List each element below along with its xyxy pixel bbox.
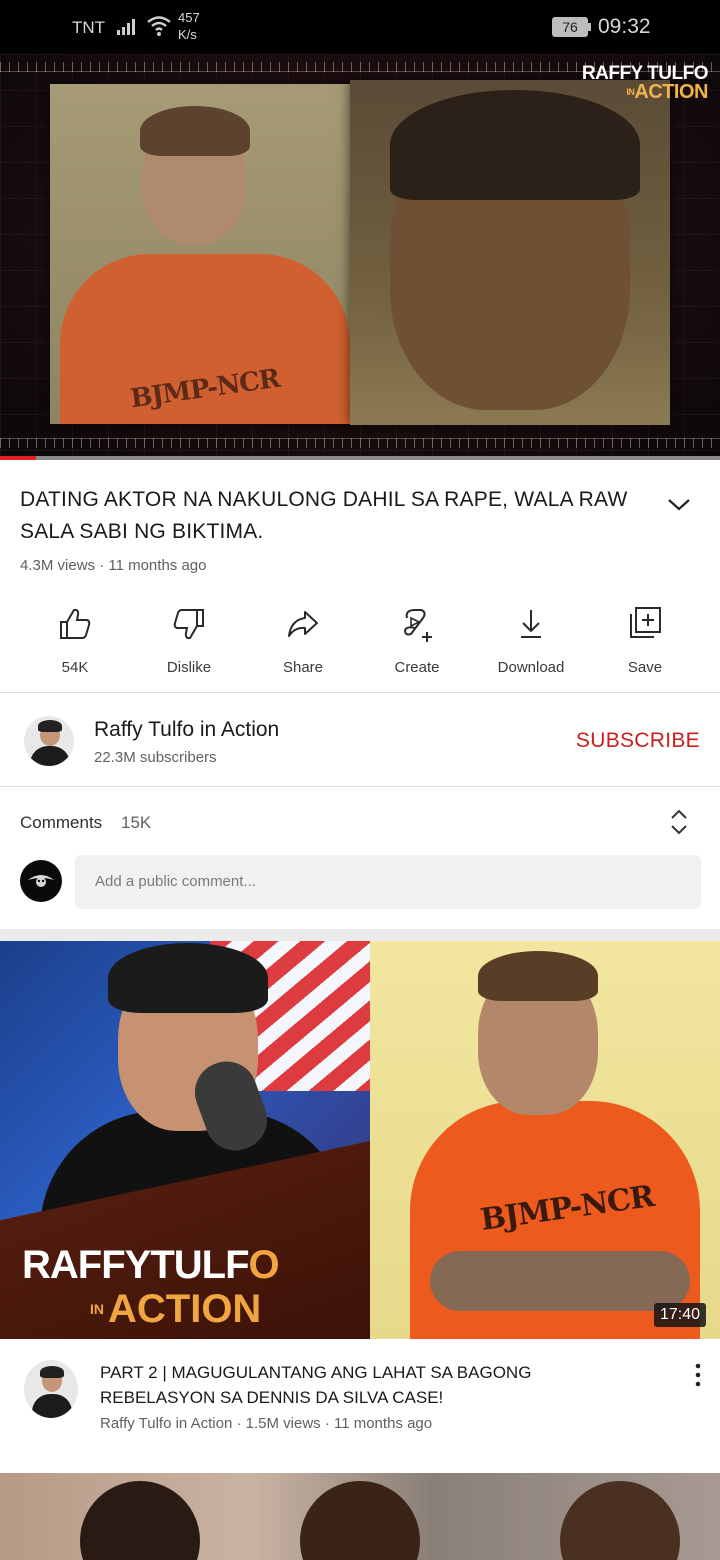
watermark-line2: ACTION (634, 81, 708, 103)
avatar-body (32, 1394, 72, 1418)
save-button[interactable]: Save (588, 600, 702, 680)
clock: 09:32 (598, 15, 651, 38)
duration-badge: 17:40 (653, 1303, 706, 1327)
player-ruler-bottom (0, 438, 720, 448)
subscriber-count: 22.3M subscribers (94, 749, 217, 766)
person-hair (390, 90, 640, 200)
divider (0, 786, 720, 787)
chevron-down-icon[interactable] (664, 492, 694, 516)
save-label: Save (627, 659, 663, 676)
share-label: Share (282, 659, 324, 676)
comment-input[interactable]: Add a public comment... (75, 855, 701, 909)
avatar-hair (38, 720, 62, 732)
share-button[interactable]: Share (246, 600, 360, 680)
avatar-body (30, 746, 70, 766)
dislike-label: Dislike (166, 659, 212, 676)
brand-line2-text: ACTION (108, 1287, 262, 1331)
person-hair (478, 951, 598, 1001)
video-title: DATING AKTOR NA NAKULONG DAHIL SA RAPE, … (20, 488, 628, 543)
download-label: Download (497, 659, 565, 676)
video-progress-bar[interactable] (0, 456, 720, 460)
create-label: Create (394, 659, 440, 676)
user-avatar[interactable] (20, 860, 62, 902)
thumbnail-brand-line2: IN ACTION (90, 1289, 261, 1329)
status-bar: TNT 457 K/s 76 09:32 (0, 0, 720, 54)
create-icon (403, 609, 432, 642)
battery-tip (588, 23, 591, 31)
person-silhouette (560, 1481, 680, 1560)
next-video-channel-avatar[interactable] (24, 1360, 78, 1418)
brand-line1-o: O (248, 1243, 280, 1287)
brand-line1-text: RAFFYTULF (22, 1243, 250, 1287)
person-silhouette (300, 1481, 420, 1560)
action-bar: 54K Dislike Share Create Download Save (18, 600, 702, 680)
network-speed-value: 457 (178, 10, 200, 25)
thumbs-up-icon (60, 608, 91, 639)
share-icon (288, 611, 318, 637)
carrier-label: TNT (72, 18, 106, 37)
player-photo-left: BJMP-NCR (50, 84, 360, 424)
avatar-emblem-icon (28, 875, 54, 887)
save-playlist-icon (630, 607, 661, 638)
thumbs-down-icon (173, 609, 204, 640)
network-speed-unit: K/s (178, 27, 197, 42)
network-speed: 457 K/s (178, 9, 218, 43)
tattooed-arm (430, 1251, 690, 1311)
like-button[interactable]: 54K (18, 600, 132, 680)
next-video-meta: Raffy Tulfo in Action · 1.5M views · 11 … (100, 1415, 433, 1432)
create-button[interactable]: Create (360, 600, 474, 680)
video-meta: 4.3M views · 11 months ago (20, 557, 207, 574)
signal-icon (117, 19, 135, 35)
battery-level: 76 (562, 19, 578, 35)
channel-avatar[interactable] (24, 716, 74, 766)
thumbnail-right-panel: BJMP-NCR (370, 941, 720, 1339)
video-progress-fill (0, 456, 36, 460)
divider (0, 692, 720, 693)
comments-label[interactable]: Comments (20, 813, 102, 833)
section-separator (0, 929, 720, 941)
person-silhouette (80, 1481, 200, 1560)
following-video-thumbnail[interactable] (0, 1473, 720, 1560)
next-video-title[interactable]: PART 2 | MAGUGULANTANG ANG LAHAT SA BAGO… (100, 1360, 640, 1410)
download-icon (521, 610, 541, 638)
avatar-hair (40, 1366, 64, 1378)
player-photo-right (350, 80, 670, 425)
next-video-thumbnail[interactable]: RAFFYTULFO IN ACTION BJMP-NCR 17:40 (0, 941, 720, 1339)
like-count: 54K (61, 659, 89, 676)
host-hair (108, 943, 268, 1013)
more-vert-icon[interactable] (690, 1362, 706, 1388)
comments-count: 15K (121, 813, 152, 832)
wifi-icon (147, 16, 171, 36)
person-hair (140, 106, 250, 156)
subscribe-button[interactable]: SUBSCRIBE (576, 729, 700, 753)
dislike-button[interactable]: Dislike (132, 600, 246, 680)
channel-watermark-logo: RAFFY TULFO INACTION (582, 64, 709, 103)
battery-icon: 76 (552, 17, 588, 37)
thumbnail-brand-line1: RAFFYTULFO (22, 1243, 280, 1287)
video-player[interactable]: BJMP-NCR RAFFY TULFO INACTION (0, 54, 720, 458)
expand-collapse-icon[interactable] (666, 806, 692, 838)
channel-name[interactable]: Raffy Tulfo in Action (94, 718, 279, 742)
brand-in: IN (90, 1301, 104, 1317)
download-button[interactable]: Download (474, 600, 588, 680)
